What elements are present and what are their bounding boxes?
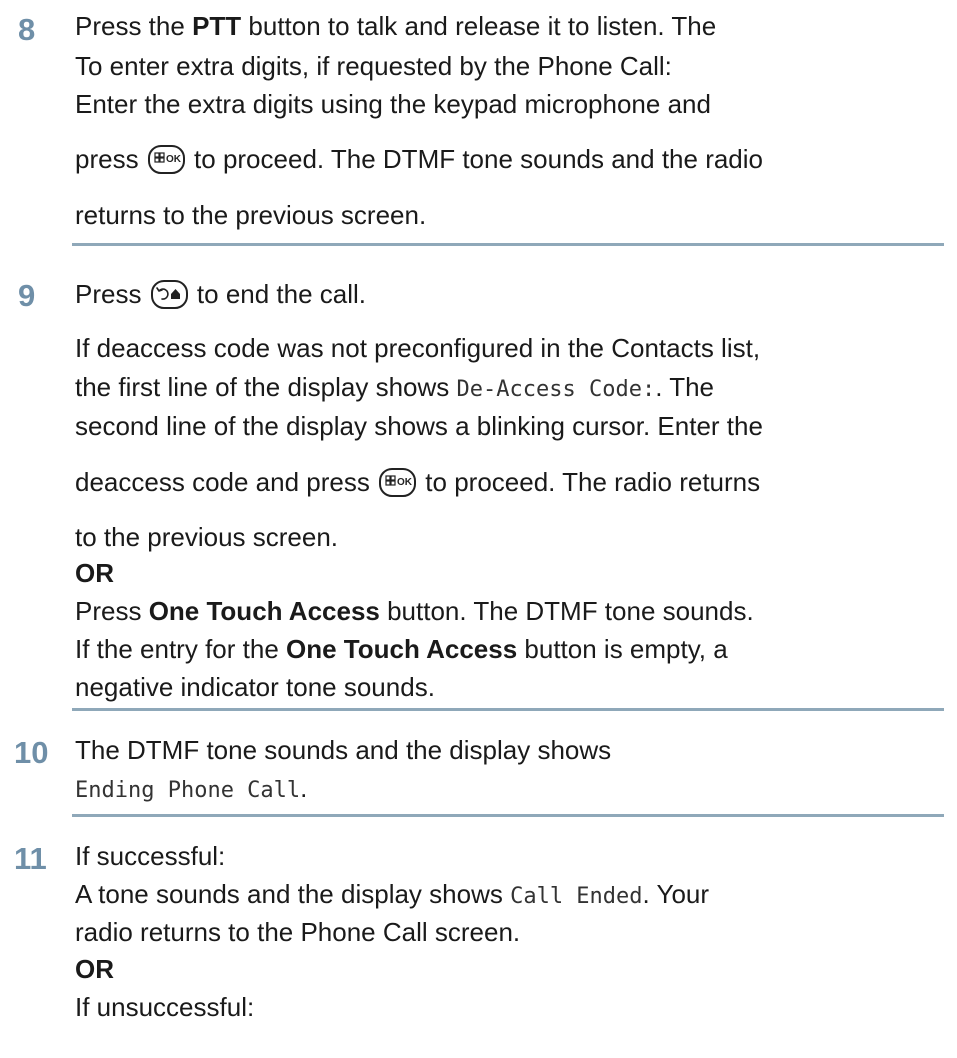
step-text-line: second line of the display shows a blink… [75, 413, 763, 439]
text-segment: returns to the previous screen. [75, 200, 427, 230]
display-text: Call Ended [510, 884, 643, 909]
svg-text:OK: OK [397, 477, 413, 488]
text-segment: deaccess code and press [75, 467, 378, 497]
step-text-line: the first line of the display shows De-A… [75, 374, 714, 401]
menu-ok-key-icon: OK [147, 145, 185, 174]
text-segment: If deaccess code was not preconfigured i… [75, 333, 761, 363]
step-divider [72, 814, 944, 817]
bold-term: OR [75, 558, 114, 588]
text-segment: radio returns to the Phone Call screen. [75, 917, 521, 947]
text-segment: button. The DTMF tone sounds. [379, 596, 754, 626]
text-segment: . [300, 773, 308, 803]
text-segment: to end the call. [189, 279, 367, 309]
step-text-line: If successful: [75, 843, 225, 869]
text-segment: the first line of the display shows [75, 372, 457, 402]
text-segment: If unsuccessful: [75, 992, 255, 1022]
step-text-line: Press One Touch Access button. The DTMF … [75, 598, 754, 624]
text-segment: Press [75, 279, 149, 309]
step-text-line: to the previous screen. [75, 524, 338, 550]
display-text: Ending Phone Call [75, 778, 301, 803]
step-text-line: Ending Phone Call. [75, 775, 307, 802]
step-text-line: negative indicator tone sounds. [75, 674, 435, 700]
bold-term: OR [75, 954, 114, 984]
step-number: 10 [14, 735, 49, 770]
text-segment: button to talk and release it to listen.… [241, 11, 717, 41]
step-number: 9 [18, 278, 36, 313]
step-text-line: Press to end the call. [75, 280, 366, 309]
bold-term: One Touch Access [286, 634, 518, 664]
step-text-line: If deaccess code was not preconfigured i… [75, 335, 760, 361]
text-segment: To enter extra digits, if requested by t… [75, 51, 672, 81]
step-text-line: press OK to proceed. The DTMF tone sound… [75, 145, 763, 174]
text-segment: Press the [75, 11, 193, 41]
step-text-line: If unsuccessful: [75, 994, 254, 1020]
step-text-line: A tone sounds and the display shows Call… [75, 881, 709, 908]
step-text-line: deaccess code and press OK to proceed. T… [75, 468, 760, 497]
step-text-line: returns to the previous screen. [75, 202, 426, 228]
step-text-line: radio returns to the Phone Call screen. [75, 919, 520, 945]
bold-term: PTT [192, 11, 242, 41]
text-segment: Press [75, 596, 149, 626]
text-segment: If successful: [75, 841, 226, 871]
text-segment: press [75, 144, 146, 174]
svg-text:OK: OK [166, 154, 182, 165]
text-segment: negative indicator tone sounds. [75, 672, 435, 702]
step-number: 8 [18, 12, 36, 47]
text-segment: to proceed. The DTMF tone sounds and the… [186, 144, 764, 174]
step-text-line: Enter the extra digits using the keypad … [75, 91, 711, 117]
step-text-line: To enter extra digits, if requested by t… [75, 53, 672, 79]
text-segment: to proceed. The radio returns [418, 467, 761, 497]
text-segment: A tone sounds and the display shows [75, 879, 511, 909]
step-divider [72, 243, 944, 246]
text-segment: button is empty, a [517, 634, 728, 664]
text-segment: . Your [642, 879, 710, 909]
step-number: 11 [14, 841, 47, 876]
step-text-line: If the entry for the One Touch Access bu… [75, 636, 728, 662]
text-segment: Enter the extra digits using the keypad … [75, 89, 711, 119]
text-segment: The DTMF tone sounds and the display sho… [75, 735, 612, 765]
display-text: De-Access Code: [456, 377, 656, 402]
text-segment: second line of the display shows a blink… [75, 411, 763, 441]
step-text-line: OR [75, 560, 114, 586]
step-text-line: Press the PTT button to talk and release… [75, 13, 716, 39]
menu-ok-key-icon: OK [379, 468, 417, 497]
text-segment: If the entry for the [75, 634, 286, 664]
step-text-line: OR [75, 956, 114, 982]
step-text-line: The DTMF tone sounds and the display sho… [75, 737, 611, 763]
back-home-key-icon [150, 280, 188, 309]
bold-term: One Touch Access [148, 596, 380, 626]
text-segment: to the previous screen. [75, 522, 339, 552]
step-divider [72, 708, 944, 711]
text-segment: . The [655, 372, 714, 402]
